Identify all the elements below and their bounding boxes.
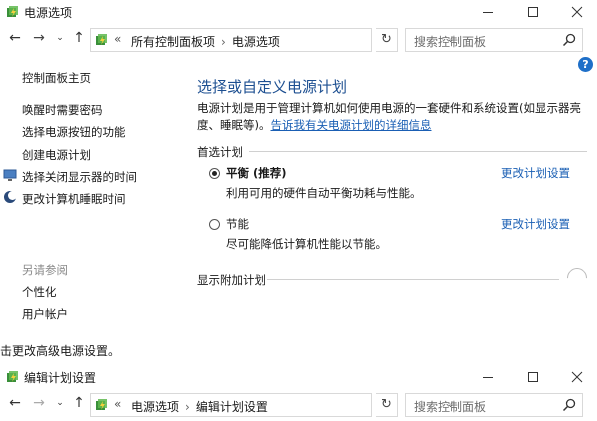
- forward-arrow-icon[interactable]: →: [30, 395, 48, 411]
- window-title: 电源选项: [24, 6, 73, 20]
- preferred-plans-label: 首选计划: [197, 145, 243, 159]
- close-icon: [571, 371, 583, 383]
- show-additional-plans-label[interactable]: 显示附加计划: [197, 272, 266, 288]
- search-input[interactable]: 搜索控制面板: [405, 28, 583, 52]
- sidebar-item-power-buttons[interactable]: 选择电源按钮的功能: [22, 124, 126, 140]
- balanced-change-settings-link[interactable]: 更改计划设置: [501, 165, 570, 181]
- maximize-icon: [528, 372, 538, 382]
- balanced-plan-description: 利用可用的硬件自动平衡功耗与性能。: [226, 186, 422, 200]
- power-saver-plan-radio[interactable]: [209, 219, 220, 230]
- power-options-icon: [7, 371, 18, 382]
- power-saver-change-settings-link[interactable]: 更改计划设置: [501, 216, 570, 232]
- breadcrumb: 电源选项 › 编辑计划设置: [131, 398, 268, 415]
- power-saver-plan-description: 尽可能降低计算机性能以节能。: [226, 237, 387, 251]
- breadcrumb-item-edit-plan-settings[interactable]: 编辑计划设置: [196, 400, 268, 414]
- power-saver-plan-name[interactable]: 节能: [226, 216, 249, 232]
- sidebar-item-create-plan[interactable]: 创建电源计划: [22, 147, 91, 163]
- sidebar-item-sleep-time[interactable]: 更改计算机睡眠时间: [22, 191, 126, 207]
- sidebar-item-require-password[interactable]: 唤醒时需要密码: [22, 102, 103, 118]
- balanced-plan-radio[interactable]: [209, 168, 220, 179]
- title-bar[interactable]: 编辑计划设置: [0, 365, 597, 390]
- section-divider: [249, 151, 587, 152]
- window-title: 编辑计划设置: [24, 371, 97, 385]
- refresh-icon: ↻: [381, 32, 392, 47]
- sleep-moon-icon: [4, 191, 17, 203]
- recent-locations-chevron-icon[interactable]: ⌄: [54, 398, 66, 408]
- control-panel-icon: [96, 399, 107, 410]
- sidebar-item-user-accounts[interactable]: 用户帐户: [22, 306, 68, 322]
- close-button[interactable]: [555, 0, 597, 25]
- expand-chevron-icon[interactable]: [562, 263, 592, 293]
- address-bar[interactable]: « 所有控制面板项 › 电源选项 ⌄: [90, 28, 455, 52]
- minimize-icon: [483, 12, 493, 13]
- breadcrumb-item-all-control-panel[interactable]: 所有控制面板项: [131, 35, 215, 49]
- sidebar-item-personalization[interactable]: 个性化: [22, 284, 57, 300]
- sidebar-item-display-off-time[interactable]: 选择关闭显示器的时间: [22, 169, 137, 185]
- back-arrow-icon[interactable]: ←: [6, 30, 24, 46]
- navigation-bar: ← → ⌄ ↑ « 电源选项 › 编辑计划设置 ⌄ ↻ 搜索控制面板: [0, 392, 597, 419]
- breadcrumb-item-power-options[interactable]: 电源选项: [131, 400, 179, 414]
- power-options-window: 电源选项 ← → ⌄ ↑ « 所有控制面板项 › 电源选项 ⌄ ↻ 搜索控制面板…: [0, 0, 597, 338]
- caption-text: 击更改高级电源设置。: [0, 344, 121, 358]
- breadcrumb-separator-icon[interactable]: ›: [179, 400, 196, 414]
- up-arrow-icon[interactable]: ↑: [70, 395, 88, 411]
- breadcrumb-separator-icon[interactable]: ›: [215, 35, 232, 49]
- power-options-icon: [7, 6, 18, 17]
- minimize-button[interactable]: [466, 0, 510, 25]
- monitor-icon: [3, 169, 17, 181]
- minimize-icon: [483, 377, 493, 378]
- search-icon[interactable]: [562, 33, 576, 47]
- up-arrow-icon[interactable]: ↑: [70, 30, 88, 46]
- search-input[interactable]: 搜索控制面板: [405, 393, 583, 417]
- maximize-button[interactable]: [511, 0, 555, 25]
- balanced-plan-name[interactable]: 平衡 (推荐): [226, 165, 287, 181]
- recent-locations-chevron-icon[interactable]: ⌄: [54, 33, 66, 43]
- minimize-button[interactable]: [466, 365, 510, 390]
- title-bar[interactable]: 电源选项: [0, 0, 597, 25]
- edit-plan-settings-window: 编辑计划设置 ← → ⌄ ↑ « 电源选项 › 编辑计划设置 ⌄ ↻ 搜索控制面…: [0, 365, 597, 421]
- refresh-icon: ↻: [381, 397, 392, 412]
- page-title: 选择或自定义电源计划: [197, 78, 348, 96]
- breadcrumb-overflow-icon[interactable]: «: [114, 397, 121, 411]
- search-placeholder: 搜索控制面板: [414, 400, 487, 414]
- address-bar[interactable]: « 电源选项 › 编辑计划设置 ⌄: [90, 393, 455, 417]
- help-icon[interactable]: ?: [578, 57, 593, 72]
- learn-more-link[interactable]: 告诉我有关电源计划的详细信息: [271, 118, 432, 132]
- control-panel-icon: [96, 34, 107, 45]
- close-button[interactable]: [555, 365, 597, 390]
- close-icon: [571, 6, 583, 18]
- see-also-heading: 另请参阅: [22, 263, 68, 277]
- sidebar-item-control-panel-home[interactable]: 控制面板主页: [22, 70, 91, 86]
- refresh-button[interactable]: ↻: [376, 28, 398, 52]
- breadcrumb: 所有控制面板项 › 电源选项: [131, 33, 280, 50]
- breadcrumb-overflow-icon[interactable]: «: [114, 32, 121, 46]
- page-description: 电源计划是用于管理计算机如何使用电源的一套硬件和系统设置(如显示器亮度、睡眠等)…: [197, 100, 587, 134]
- navigation-bar: ← → ⌄ ↑ « 所有控制面板项 › 电源选项 ⌄ ↻ 搜索控制面板: [0, 27, 597, 54]
- maximize-icon: [528, 7, 538, 17]
- section-divider: [267, 279, 559, 280]
- back-arrow-icon[interactable]: ←: [6, 395, 24, 411]
- refresh-button[interactable]: ↻: [376, 393, 398, 417]
- search-placeholder: 搜索控制面板: [414, 35, 487, 49]
- breadcrumb-item-power-options[interactable]: 电源选项: [232, 35, 280, 49]
- maximize-button[interactable]: [511, 365, 555, 390]
- forward-arrow-icon[interactable]: →: [30, 30, 48, 46]
- search-icon[interactable]: [562, 398, 576, 412]
